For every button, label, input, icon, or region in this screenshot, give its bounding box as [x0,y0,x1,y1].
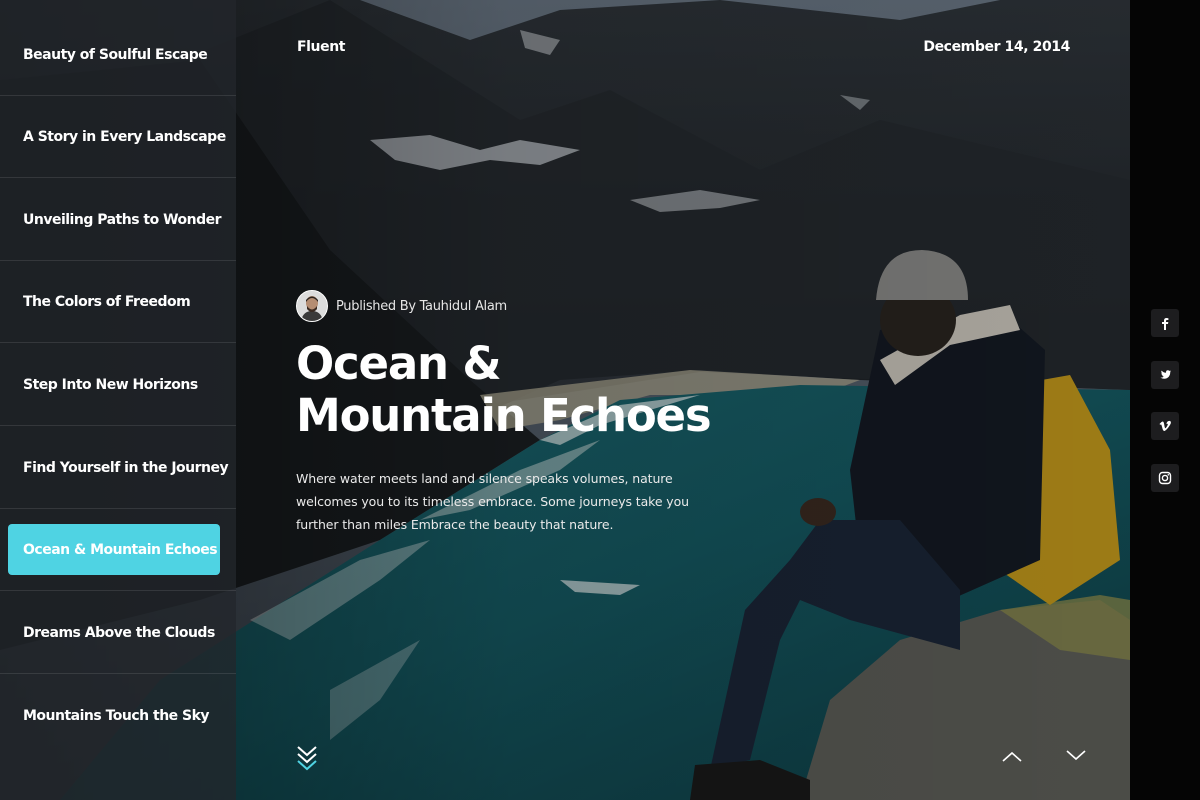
active-nav-highlight[interactable]: Ocean & Mountain Echoes [8,524,220,575]
sidebar-item-label: Beauty of Soulful Escape [23,46,208,63]
page: Beauty of Soulful Escape A Story in Ever… [0,0,1200,800]
instagram-icon [1158,471,1172,485]
sidebar-item-step-into-new-horizons[interactable]: Step Into New Horizons [0,344,236,426]
next-post-button[interactable] [1064,744,1088,768]
previous-post-button[interactable] [1000,744,1024,768]
scroll-down-button[interactable] [296,744,318,772]
sidebar-item-a-story-in-every-landscape[interactable]: A Story in Every Landscape [0,96,236,178]
facebook-link[interactable] [1151,309,1179,337]
chevron-up-icon [1000,751,1024,772]
facebook-icon [1158,316,1172,330]
sidebar-item-unveiling-paths-to-wonder[interactable]: Unveiling Paths to Wonder [0,179,236,261]
article-title: Ocean & Mountain Echoes [296,337,712,442]
author-byline: Published By Tauhidul Alam [296,290,507,322]
twitter-icon [1158,368,1172,382]
sidebar-item-label: Dreams Above the Clouds [23,624,215,641]
article-description: Where water meets land and silence speak… [296,471,689,532]
avatar [296,290,328,322]
twitter-link[interactable] [1151,361,1179,389]
right-strip [1130,0,1200,800]
sidebar-item-find-yourself-in-the-journey[interactable]: Find Yourself in the Journey [0,427,236,509]
sidebar-nav: Beauty of Soulful Escape A Story in Ever… [0,0,236,800]
sidebar-item-label: Step Into New Horizons [23,376,198,393]
double-chevron-down-icon [296,746,318,776]
post-date: December 14, 2014 [923,39,1070,55]
sidebar-item-ocean-mountain-echoes[interactable]: Ocean & Mountain Echoes [0,509,236,591]
sidebar-item-beauty-of-soulful-escape[interactable]: Beauty of Soulful Escape [0,14,236,96]
sidebar-item-label: The Colors of Freedom [23,293,191,310]
sidebar-item-label: Find Yourself in the Journey [23,459,229,476]
author-line: Published By Tauhidul Alam [336,298,507,314]
vimeo-icon [1158,419,1172,433]
vimeo-link[interactable] [1151,412,1179,440]
sidebar-item-mountains-touch-the-sky[interactable]: Mountains Touch the Sky [0,675,236,757]
sidebar-item-label: Unveiling Paths to Wonder [23,211,222,228]
chevron-down-icon [1064,750,1088,772]
sidebar-item-label: A Story in Every Landscape [23,128,226,145]
sidebar-item-the-colors-of-freedom[interactable]: The Colors of Freedom [0,261,236,343]
instagram-link[interactable] [1151,464,1179,492]
sidebar-item-dreams-above-the-clouds[interactable]: Dreams Above the Clouds [0,592,236,674]
sidebar-item-label: Mountains Touch the Sky [23,708,210,724]
sidebar-item-label: Ocean & Mountain Echoes [23,541,218,558]
brand-name[interactable]: Fluent [297,39,345,55]
